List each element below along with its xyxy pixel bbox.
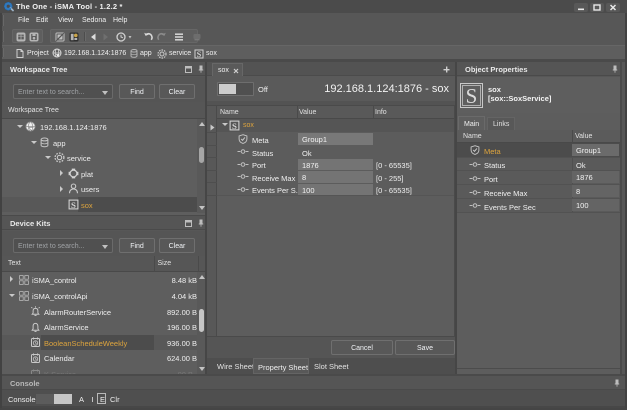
svg-text:S: S [232,121,237,131]
svg-text:S: S [71,200,76,210]
svg-text:S: S [197,50,202,59]
